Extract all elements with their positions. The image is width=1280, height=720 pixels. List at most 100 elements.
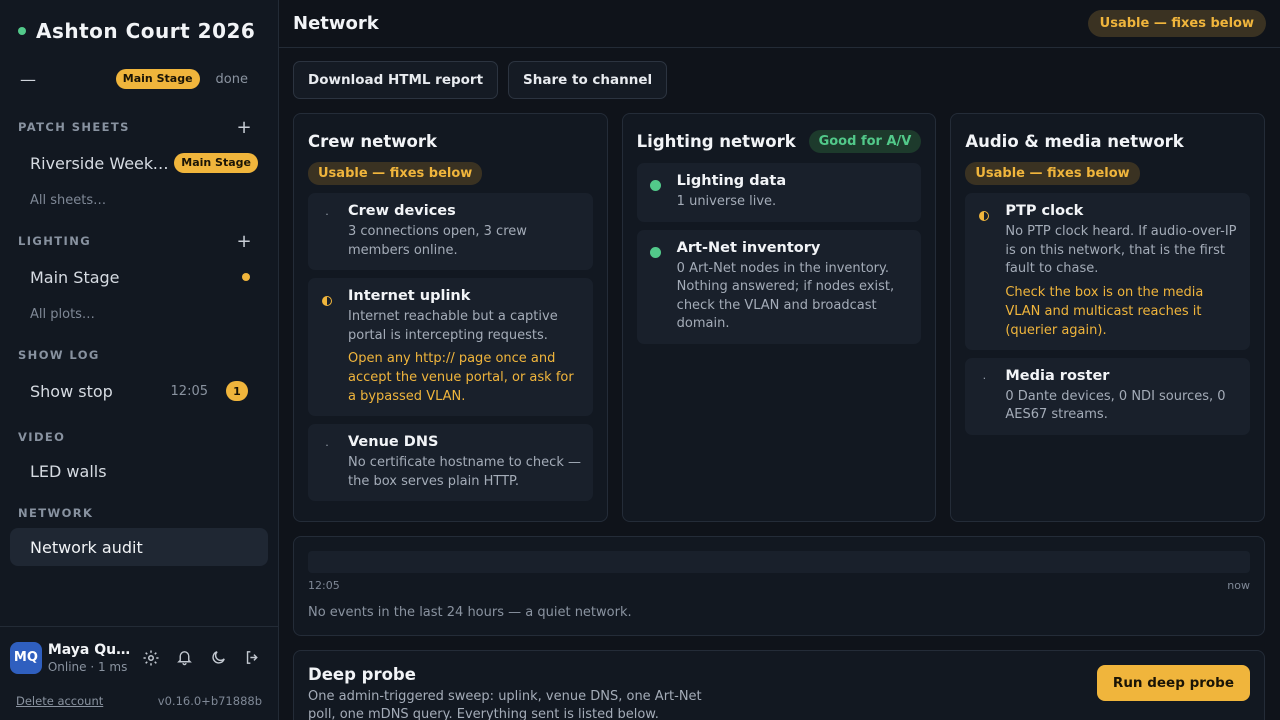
add-patch-sheet-icon[interactable]: + [234,117,254,138]
timeline-end: now [1227,579,1250,592]
check-description: 0 Dante devices, 0 NDI sources, 0 AES67 … [1005,388,1226,423]
moon-icon[interactable] [201,641,235,675]
section-label: LIGHTING [18,234,92,248]
deep-probe-panel: Deep probe One admin-triggered sweep: up… [293,650,1265,720]
timeline-labels: 12:05 now [308,579,1250,592]
section-show-log: SHOW LOG [0,344,278,366]
check-card-media-roster: · Media roster 0 Dante devices, 0 NDI so… [965,357,1251,435]
check-description: 1 universe live. [676,194,777,209]
network-status-badge: Usable — fixes below [1087,10,1266,37]
timeline-bar[interactable] [308,551,1250,573]
panel-header: Audio & media network [965,128,1250,154]
check-description: Internet reachable but a captive portal … [348,309,558,343]
share-channel-button[interactable]: Share to channel [508,61,668,99]
section-label: SHOW LOG [18,348,100,362]
check-card-crew-devices: · Crew devices 3 connections open, 3 cre… [308,193,593,270]
dot-icon: · [982,372,987,385]
audio-media-network-panel: Audio & media network Usable — fixes bel… [950,113,1266,522]
sidebar-item-label: LED walls [30,461,107,481]
main-content: Network Usable — fixes below Download HT… [279,0,1280,720]
panel-header: Crew network [308,128,593,154]
status-badge: Usable — fixes below [308,162,483,185]
check-description: 3 connections open, 3 crew members onlin… [348,224,527,258]
check-description: 0 Art-Net nodes in the inventory. Nothin… [676,260,895,332]
green-status-icon [649,244,663,258]
run-deep-probe-button[interactable]: Run deep probe [1096,665,1250,701]
sidebar-item-main-stage[interactable]: Main Stage [10,258,268,296]
check-description: No certificate hostname to check — the b… [348,455,581,489]
timeline-start: 12:05 [308,579,340,592]
sidebar: Ashton Court 2026 — Main Stage done PATC… [0,0,279,720]
status-badge: Good for A/V [808,129,922,153]
check-card-venue-dns: · Venue DNS No certificate hostname to c… [308,424,593,501]
check-title: Media roster [1005,367,1110,384]
show-stop-time: 12:05 [170,383,208,399]
download-report-button[interactable]: Download HTML report [293,61,499,99]
check-fix: Check the box is on the media VLAN and m… [1005,284,1204,338]
done-button[interactable]: done [216,72,248,87]
brand-header: Ashton Court 2026 [0,0,278,62]
delete-account-link[interactable]: Delete account [16,694,103,708]
user-status: Online · 1 ms [47,659,128,674]
all-sheets-link[interactable]: All sheets… [10,186,268,214]
online-status-dot [18,27,26,35]
check-title: Art-Net inventory [676,239,821,256]
crew-network-panel: Crew network Usable — fixes below · Crew… [293,113,608,522]
user-panel: MQ Maya Quinn Online · 1 ms [0,626,279,688]
all-plots-link[interactable]: All plots… [10,300,268,328]
check-card-art-net-inventory: Art-Net inventory 0 Art-Net nodes in the… [636,229,922,344]
half-circle-warning-icon [977,207,991,221]
network-columns: Crew network Usable — fixes below · Crew… [293,113,1266,522]
half-circle-warning-icon [320,292,334,306]
stage-dash: — [20,69,36,89]
stage-pill[interactable]: Main Stage [115,69,200,89]
add-lighting-plot-icon[interactable]: + [234,231,254,252]
event-timeline: 12:05 now No events in the last 24 hours… [293,536,1265,636]
section-video: VIDEO [0,426,278,448]
stage-selector[interactable]: — Main Stage done [0,62,278,96]
sidebar-item-riverside[interactable]: Riverside Weekend Main Stage [10,144,268,182]
sidebar-item-label: Riverside Weekend [30,153,172,173]
check-card-internet-uplink: Internet uplink Internet reachable but a… [308,278,593,416]
main-stage-pill: Main Stage [174,153,258,173]
check-card-lighting-data: Lighting data 1 universe live. [636,163,922,222]
section-network: NETWORK [0,502,278,524]
section-label: PATCH SHEETS [18,120,130,134]
check-fix: Open any http:// page once and accept th… [348,351,574,404]
check-title: Venue DNS [348,434,439,450]
dot-icon: · [325,438,329,452]
timeline-note: No events in the last 24 hours — a quiet… [308,605,632,620]
sidebar-item-network-audit[interactable]: Network audit [10,528,268,566]
panel-title: Crew network [308,131,437,151]
bell-icon[interactable] [168,641,202,675]
app-title: Ashton Court 2026 [36,19,256,43]
check-description: No PTP clock heard. If audio-over-IP is … [1005,224,1237,276]
probe-description: One admin-triggered sweep: uplink, venue… [308,689,702,720]
green-status-icon [649,177,663,191]
section-patch-sheets: PATCH SHEETS + [0,116,278,138]
action-bar: Download HTML report Share to channel [279,48,1280,112]
check-card-ptp-clock: PTP clock No PTP clock heard. If audio-o… [965,193,1251,350]
section-lighting: LIGHTING + [0,230,278,252]
gear-icon[interactable] [134,641,168,675]
show-log-count-badge: 1 [226,381,248,401]
panel-title: Audio & media network [965,131,1184,151]
avatar[interactable]: MQ [10,641,42,674]
version-label: v0.16.0+b71888b [157,694,262,708]
sidebar-item-label: Main Stage [30,267,120,287]
check-title: Crew devices [348,203,456,219]
sidebar-footer: Delete account v0.16.0+b71888b [16,692,262,710]
status-badge: Usable — fixes below [965,162,1140,185]
check-title: Lighting data [676,173,787,189]
panel-header: Lighting network Good for A/V [637,128,922,154]
user-name: Maya Quinn [47,641,134,658]
section-label: NETWORK [18,506,94,520]
sidebar-item-led-walls[interactable]: LED walls [10,452,268,490]
panel-title: Lighting network [636,131,796,151]
page-header: Network Usable — fixes below [279,0,1280,48]
sidebar-item-show-stop[interactable]: Show stop 12:05 1 [10,372,268,410]
sidebar-item-label: Network audit [30,537,143,557]
section-label: VIDEO [18,430,66,444]
sign-out-icon[interactable] [235,641,269,675]
user-info: Maya Quinn Online · 1 ms [48,642,134,674]
